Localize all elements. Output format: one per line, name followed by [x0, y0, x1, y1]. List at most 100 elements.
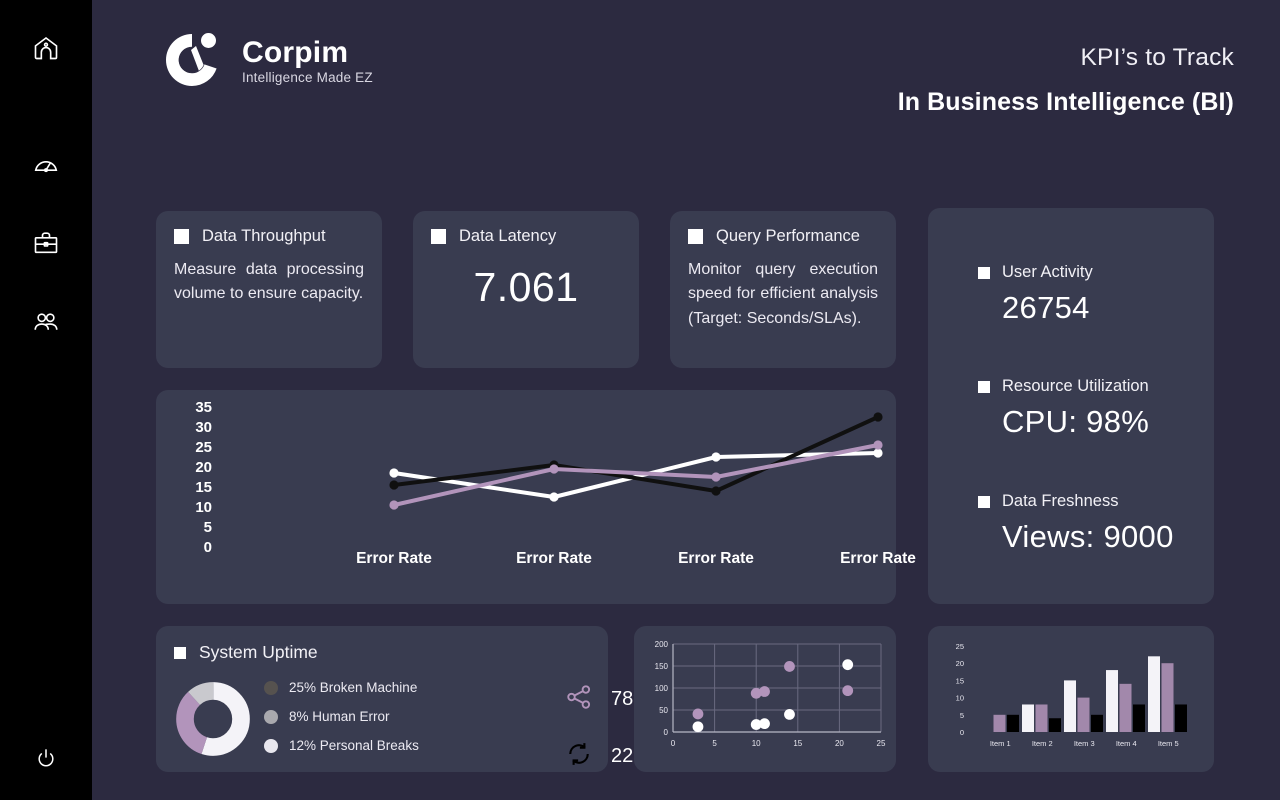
- bar: [1064, 680, 1076, 732]
- system-uptime-card[interactable]: System Uptime 25% Broken Machine 8% Huma…: [156, 626, 651, 774]
- sidebar-item-home[interactable]: [24, 26, 68, 70]
- x-tick: 25: [877, 739, 886, 748]
- line-point: [873, 448, 883, 458]
- x-tick: Item 3: [1074, 739, 1095, 748]
- kpi-card-title: Query Performance: [716, 227, 860, 245]
- home-icon: [32, 34, 60, 62]
- sidebar-item-business[interactable]: [24, 221, 68, 265]
- bullet-icon: [431, 229, 446, 244]
- line-point: [873, 440, 883, 450]
- x-tick: 10: [752, 739, 761, 748]
- metric-label: User Activity: [1002, 263, 1093, 281]
- line-point: [389, 480, 399, 490]
- x-tick: 20: [835, 739, 844, 748]
- x-tick: Error Rate: [516, 550, 592, 567]
- bar: [1161, 663, 1174, 732]
- bullet-icon: [174, 229, 189, 244]
- bar: [1077, 697, 1090, 732]
- donut-icon: [176, 682, 250, 756]
- page-title-line2: In Business Intelligence (BI): [897, 88, 1234, 116]
- users-icon: [31, 307, 61, 337]
- kpi-card-header: Data Throughput: [174, 227, 364, 246]
- line-point: [549, 492, 559, 502]
- metric-label: Resource Utilization: [1002, 377, 1149, 395]
- sidebar-item-power[interactable]: [24, 737, 68, 781]
- legend-label: 8% Human Error: [289, 709, 390, 724]
- brand-tagline: Intelligence Made EZ: [242, 69, 373, 85]
- x-tick: Error Rate: [840, 550, 916, 567]
- legend-item: 8% Human Error: [264, 709, 419, 724]
- scatter-point: [692, 708, 704, 720]
- line-point: [549, 464, 559, 474]
- y-tick: 50: [659, 706, 668, 715]
- line-point: [389, 500, 399, 510]
- x-tick: Item 1: [990, 739, 1011, 748]
- gauge-icon: [32, 151, 60, 179]
- power-icon: [33, 746, 59, 772]
- legend-item: 12% Personal Breaks: [264, 738, 419, 753]
- scatter-point: [784, 661, 795, 672]
- bar: [1175, 704, 1187, 732]
- brand-logo: Corpim Intelligence Made EZ: [156, 24, 373, 98]
- uptime-donut-chart: [176, 682, 250, 761]
- line-point: [389, 468, 399, 478]
- x-tick: 5: [712, 739, 717, 748]
- x-tick: Item 5: [1158, 739, 1179, 748]
- metric-header: Resource Utilization: [978, 377, 1149, 396]
- legend-color-swatch: [264, 680, 278, 695]
- x-tick: Error Rate: [356, 550, 432, 567]
- legend-label: 25% Broken Machine: [289, 680, 418, 695]
- kpi-card-query-performance[interactable]: Query Performance Monitor query executio…: [670, 211, 896, 368]
- metric-data-freshness[interactable]: Data Freshness Views: 9000: [978, 492, 1174, 555]
- y-tick: 10: [956, 694, 964, 703]
- page-title-line1: KPI’s to Track: [1080, 44, 1234, 71]
- y-tick: 100: [655, 684, 669, 693]
- bullet-icon: [688, 229, 703, 244]
- scatter-chart-card[interactable]: 0 50 100 150 200 0 5 10 15 20 25: [634, 626, 896, 772]
- legend-color-swatch: [264, 738, 278, 753]
- metric-resource-utilization[interactable]: Resource Utilization CPU: 98%: [978, 377, 1149, 440]
- uptime-legend: 25% Broken Machine 8% Human Error 12% Pe…: [264, 680, 419, 767]
- y-tick: 150: [655, 662, 669, 671]
- scatter-point: [759, 686, 770, 697]
- bar-chart-plot: 0 5 10 15 20 25 Item 1 Item 2 Item 3 Item 4 Item 5: [956, 642, 1187, 748]
- y-tick: 0: [960, 728, 964, 737]
- bar: [1022, 704, 1034, 732]
- metric-value: Views: 9000: [1002, 519, 1174, 554]
- bar: [1091, 714, 1103, 732]
- bullet-icon: [978, 495, 990, 508]
- kpi-card-data-throughput[interactable]: Data Throughput Measure data processing …: [156, 211, 382, 368]
- metric-user-activity[interactable]: User Activity 26754: [978, 263, 1093, 326]
- line-chart-card[interactable]: 35 30 25 20 15 10 5 0 Error Rate Error R…: [156, 390, 916, 604]
- legend-color-swatch: [264, 709, 278, 724]
- scatter-point: [784, 709, 795, 720]
- dashboard-root: Corpim Intelligence Made EZ KPI’s to Tra…: [0, 0, 1280, 800]
- bullet-icon: [174, 646, 186, 659]
- refresh-sync-icon: [564, 739, 594, 774]
- uptime-header: System Uptime: [174, 642, 608, 663]
- y-tick: 200: [655, 640, 669, 649]
- bar: [1148, 656, 1160, 732]
- kpi-card-description: Measure data processing volume to ensure…: [174, 261, 364, 303]
- sidebar-item-users[interactable]: [24, 300, 68, 344]
- x-tick: 0: [671, 739, 676, 748]
- y-tick: 0: [664, 728, 669, 737]
- line-chart-plot: [389, 412, 883, 510]
- sidebar-item-dashboard[interactable]: [24, 143, 68, 187]
- corpim-logo-icon: [156, 24, 230, 98]
- page-title: KPI’s to Track In Business Intelligence …: [898, 44, 1234, 117]
- line-point: [873, 412, 883, 422]
- bar: [993, 714, 1006, 732]
- main-content: Corpim Intelligence Made EZ KPI’s to Tra…: [92, 0, 1280, 800]
- bar-chart-card[interactable]: 0 5 10 15 20 25 Item 1 Item 2 Item 3 Item 4 Item 5: [928, 626, 1214, 772]
- uptime-title: System Uptime: [199, 642, 318, 662]
- bar: [1049, 718, 1061, 732]
- kpi-card-data-latency[interactable]: Data Latency 7.061: [413, 211, 639, 368]
- metric-label: Data Freshness: [1002, 492, 1119, 510]
- line-point: [711, 472, 721, 482]
- bar: [1007, 714, 1019, 732]
- x-tick: Error Rate: [678, 550, 754, 567]
- briefcase-icon: [32, 229, 60, 257]
- bar: [1119, 683, 1132, 732]
- metric-header: Data Freshness: [978, 492, 1174, 511]
